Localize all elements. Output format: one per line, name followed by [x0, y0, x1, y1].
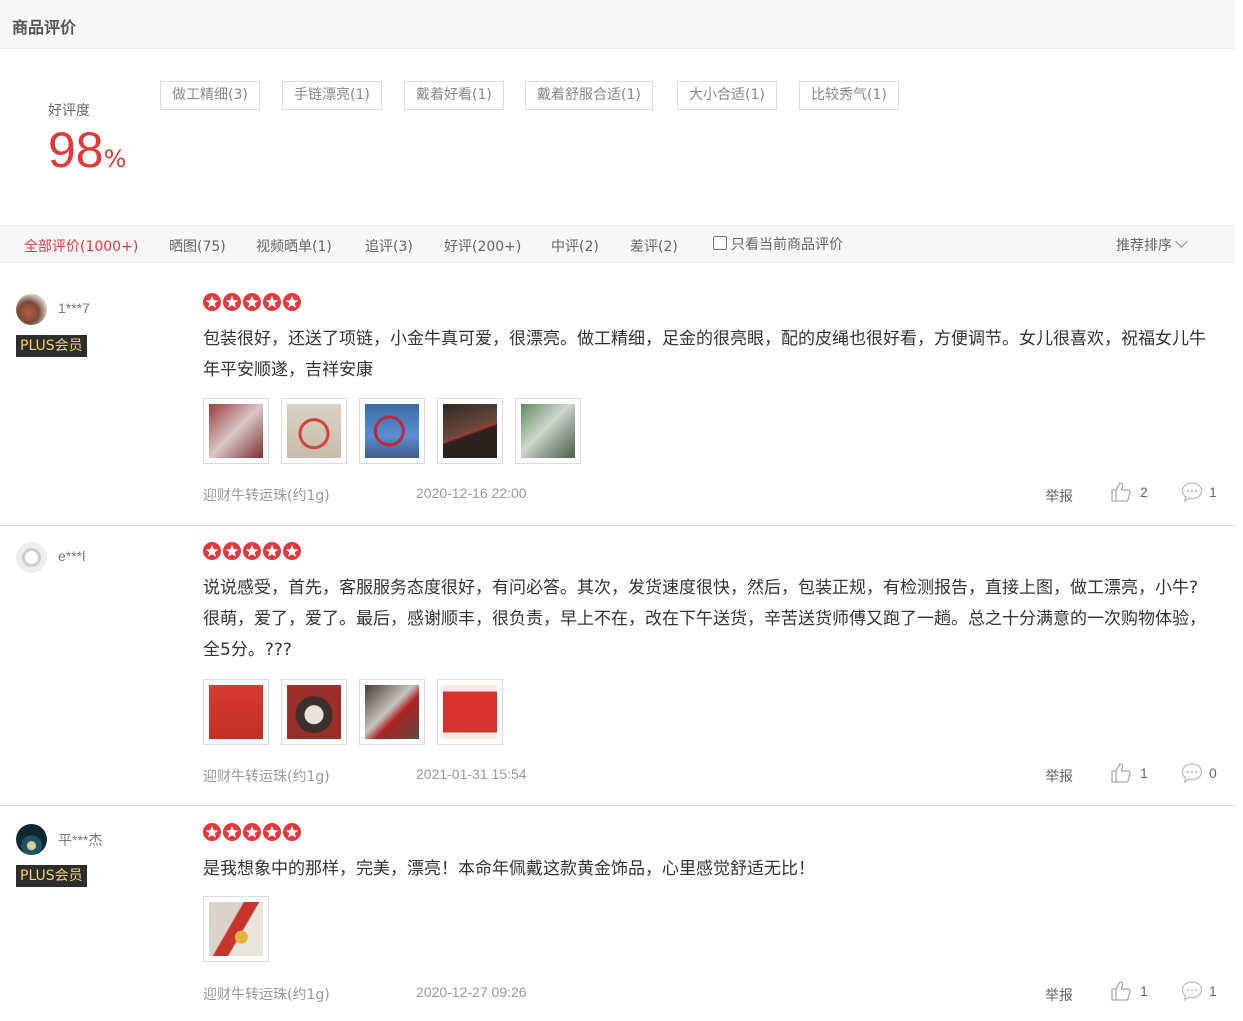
star-icon — [263, 823, 281, 841]
star-icon — [243, 823, 261, 841]
avatar[interactable] — [16, 294, 47, 325]
avatar[interactable] — [16, 824, 47, 855]
positive-rate-label: 好评度 — [48, 103, 90, 119]
star-icon — [283, 542, 301, 560]
plus-member-badge: PLUS会员 — [16, 335, 87, 357]
tag-button[interactable]: 手链漂亮(1) — [282, 81, 382, 110]
filter-bad[interactable]: 差评(2) — [630, 236, 678, 256]
star-rating — [203, 542, 301, 560]
star-icon — [243, 293, 261, 311]
review-photo[interactable] — [437, 679, 503, 745]
review-photo[interactable] — [281, 398, 347, 464]
filter-photos[interactable]: 晒图(75) — [169, 236, 226, 256]
star-icon — [223, 293, 241, 311]
review-photo[interactable] — [515, 398, 581, 464]
reply-button[interactable]: 1 — [1181, 481, 1217, 503]
tag-button[interactable]: 戴着舒服合适(1) — [525, 81, 653, 110]
filter-bar: 全部评价(1000+) 晒图(75) 视频晒单(1) 追评(3) 好评(200+… — [0, 225, 1235, 263]
thumb-up-icon — [1110, 481, 1132, 503]
reply-count: 0 — [1209, 765, 1217, 781]
sort-dropdown[interactable]: 推荐排序 — [1116, 235, 1188, 255]
review-photo[interactable] — [203, 398, 269, 464]
report-link[interactable]: 举报 — [1045, 985, 1073, 1005]
review-date: 2020-12-16 22:00 — [416, 485, 527, 501]
star-icon — [283, 823, 301, 841]
review-item: 1***7 PLUS会员 包装很好，还送了项链，小金牛真可爱，很漂亮。做工精细，… — [0, 264, 1235, 526]
star-rating — [203, 823, 301, 841]
review-photo[interactable] — [203, 896, 269, 962]
tag-button[interactable]: 比较秀气(1) — [799, 81, 899, 110]
product-variant: 迎财牛转运珠(约1g) — [203, 987, 330, 1003]
review-photos — [203, 896, 269, 962]
like-button[interactable]: 1 — [1110, 980, 1148, 1002]
review-text: 是我想象中的那样，完美，漂亮！本命年佩戴这款黄金饰品，心里感觉舒适无比！ — [203, 859, 815, 879]
reply-count: 1 — [1209, 484, 1217, 500]
review-item: e***l 说说感受，首先，客服服务态度很好，有问必答。其次，发货速度很快，然后… — [0, 526, 1235, 806]
product-variant: 迎财牛转运珠(约1g) — [203, 488, 330, 504]
like-button[interactable]: 1 — [1110, 762, 1148, 784]
review-item: 平***杰 PLUS会员 是我想象中的那样，完美，漂亮！本命年佩戴这款黄金饰品，… — [0, 806, 1235, 1021]
username[interactable]: 平***杰 — [58, 830, 102, 850]
filter-video[interactable]: 视频晒单(1) — [256, 236, 332, 256]
section-title: 商品评价 — [12, 18, 77, 37]
star-icon — [203, 293, 221, 311]
section-header: 商品评价 — [0, 0, 1235, 49]
sort-label: 推荐排序 — [1116, 238, 1172, 254]
star-icon — [263, 293, 281, 311]
review-date: 2020-12-27 09:26 — [416, 984, 527, 1000]
reply-button[interactable]: 0 — [1181, 762, 1217, 784]
filter-all[interactable]: 全部评价(1000+) — [24, 236, 138, 256]
reply-count: 1 — [1209, 983, 1217, 999]
like-count: 1 — [1140, 765, 1148, 781]
star-icon — [203, 542, 221, 560]
star-icon — [283, 293, 301, 311]
like-count: 2 — [1140, 484, 1148, 500]
report-link[interactable]: 举报 — [1045, 486, 1073, 506]
review-photo[interactable] — [359, 679, 425, 745]
comment-icon — [1181, 762, 1203, 784]
review-text: 说说感受，首先，客服服务态度很好，有问必答。其次，发货速度很快，然后，包装正规，… — [203, 578, 1206, 660]
star-rating — [203, 293, 301, 311]
review-text: 包装很好，还送了项链，小金牛真可爱，很漂亮。做工精细，足金的很亮眼，配的皮绳也很… — [203, 329, 1206, 380]
thumb-up-icon — [1110, 980, 1132, 1002]
review-photo[interactable] — [281, 679, 347, 745]
positive-rate-number: 98 — [48, 122, 104, 178]
tag-button[interactable]: 做工精细(3) — [160, 81, 260, 110]
filter-followup[interactable]: 追评(3) — [365, 236, 413, 256]
star-icon — [243, 542, 261, 560]
star-icon — [223, 542, 241, 560]
positive-rate: 好评度 98% — [48, 100, 126, 178]
thumb-up-icon — [1110, 762, 1132, 784]
avatar[interactable] — [16, 542, 47, 573]
username[interactable]: e***l — [58, 548, 85, 564]
review-photo[interactable] — [437, 398, 503, 464]
tag-button[interactable]: 戴着好看(1) — [404, 81, 504, 110]
star-icon — [223, 823, 241, 841]
like-count: 1 — [1140, 983, 1148, 999]
plus-member-badge: PLUS会员 — [16, 865, 87, 887]
reply-button[interactable]: 1 — [1181, 980, 1217, 1002]
review-photo[interactable] — [359, 398, 425, 464]
review-photos — [203, 679, 503, 745]
like-button[interactable]: 2 — [1110, 481, 1148, 503]
review-photos — [203, 398, 581, 464]
current-product-only-label: 只看当前商品评价 — [731, 237, 843, 253]
comment-icon — [1181, 980, 1203, 1002]
report-link[interactable]: 举报 — [1045, 766, 1073, 786]
username[interactable]: 1***7 — [58, 300, 90, 316]
star-icon — [203, 823, 221, 841]
positive-rate-unit: % — [103, 145, 127, 173]
review-date: 2021-01-31 15:54 — [416, 766, 527, 782]
comment-icon — [1181, 481, 1203, 503]
chevron-down-icon — [1175, 235, 1188, 248]
positive-rate-value: 98% — [48, 122, 126, 178]
checkbox-icon[interactable] — [713, 236, 727, 250]
star-icon — [263, 542, 281, 560]
current-product-only-checkbox[interactable]: 只看当前商品评价 — [713, 234, 843, 254]
product-variant: 迎财牛转运珠(约1g) — [203, 769, 330, 785]
filter-good[interactable]: 好评(200+) — [444, 236, 521, 256]
filter-neutral[interactable]: 中评(2) — [551, 236, 599, 256]
review-photo[interactable] — [203, 679, 269, 745]
tag-button[interactable]: 大小合适(1) — [677, 81, 777, 110]
